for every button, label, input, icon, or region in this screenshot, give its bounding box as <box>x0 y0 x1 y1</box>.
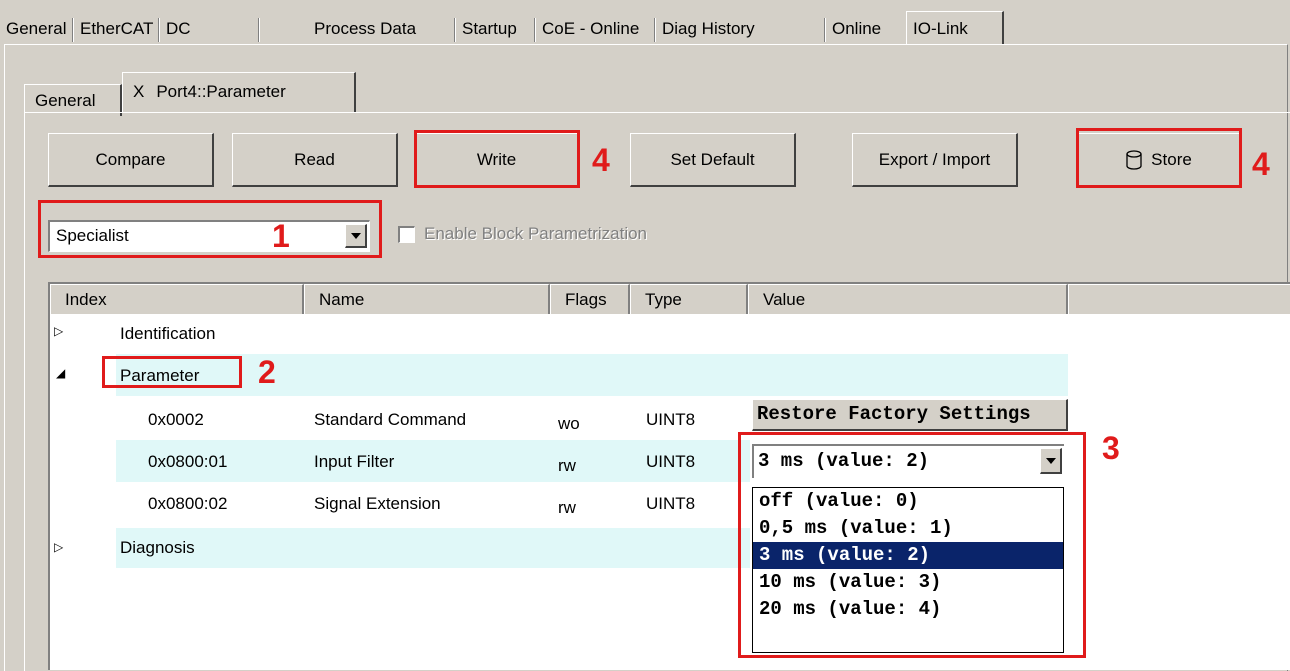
tab-io-link[interactable]: IO-Link <box>906 11 1004 45</box>
close-icon[interactable]: X <box>133 82 144 101</box>
highlight-mode-select <box>38 200 382 258</box>
column-type[interactable]: Type <box>630 284 748 314</box>
tab-online[interactable]: Online <box>826 14 900 44</box>
row-2-flags: rw <box>558 498 576 517</box>
read-button[interactable]: Read <box>232 133 398 187</box>
tab-process-data[interactable]: Process Data <box>308 14 456 44</box>
column-value[interactable]: Value <box>748 284 1068 314</box>
marker-1: 1 <box>272 218 290 254</box>
set-default-button[interactable]: Set Default <box>630 133 796 187</box>
row-1-flags: rw <box>558 456 576 475</box>
expand-icon[interactable]: ▷ <box>54 324 63 338</box>
highlight-parameter <box>102 356 242 388</box>
row-1-index: 0x0800:01 <box>148 452 228 471</box>
marker-2: 2 <box>258 354 276 390</box>
marker-3: 3 <box>1102 430 1120 466</box>
row-0-index: 0x0002 <box>148 410 204 429</box>
row-1-type: UINT8 <box>646 452 696 471</box>
row-2-type: UINT8 <box>646 494 696 513</box>
row-highlight <box>116 528 750 568</box>
tab-general[interactable]: General <box>0 14 74 44</box>
restore-factory-settings-button[interactable]: Restore Factory Settings <box>752 399 1068 431</box>
collapse-icon[interactable]: ◢ <box>56 366 65 380</box>
column-flags[interactable]: Flags <box>550 284 630 314</box>
row-0-flags: wo <box>558 414 580 433</box>
export-import-button[interactable]: Export / Import <box>852 133 1018 187</box>
column-index[interactable]: Index <box>50 284 304 314</box>
outer-tab-strip: General EtherCAT DC Process Data Startup… <box>0 11 1290 45</box>
block-param-label: Enable Block Parametrization <box>424 224 648 243</box>
marker-4-write: 4 <box>592 142 610 178</box>
tree-diagnosis[interactable]: Diagnosis <box>120 538 195 558</box>
row-2-index: 0x0800:02 <box>148 494 228 513</box>
expand-icon[interactable]: ▷ <box>54 540 63 554</box>
tab-coe-online[interactable]: CoE - Online <box>536 14 656 44</box>
compare-button[interactable]: Compare <box>48 133 214 187</box>
inner-tab-port4-parameter[interactable]: X Port4::Parameter <box>122 72 356 112</box>
row-1-name: Input Filter <box>314 452 395 471</box>
highlight-write <box>414 130 580 188</box>
tree-identification[interactable]: Identification <box>120 324 215 344</box>
tab-startup[interactable]: Startup <box>456 14 536 44</box>
column-name[interactable]: Name <box>304 284 550 314</box>
marker-4-store: 4 <box>1252 146 1270 182</box>
highlight-store <box>1076 128 1242 188</box>
column-filler <box>1068 284 1290 314</box>
row-2-name: Signal Extension <box>314 494 441 513</box>
highlight-dropdown <box>738 432 1086 658</box>
tab-diag-history[interactable]: Diag History <box>656 14 826 44</box>
row-0-type: UINT8 <box>646 410 696 429</box>
tab-ethercat[interactable]: EtherCAT <box>74 14 160 44</box>
tab-dc[interactable]: DC <box>160 14 260 44</box>
row-0-name: Standard Command <box>314 410 467 429</box>
block-param-checkbox[interactable] <box>398 226 415 243</box>
